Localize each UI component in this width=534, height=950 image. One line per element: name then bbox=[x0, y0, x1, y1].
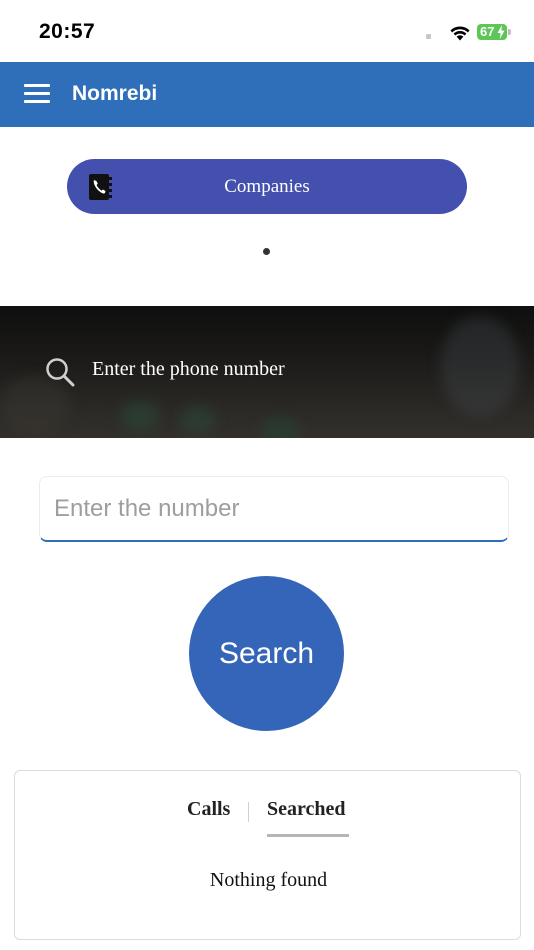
companies-button[interactable]: Companies bbox=[67, 159, 467, 214]
tab-calls[interactable]: Calls bbox=[187, 798, 230, 821]
app-title: Nomrebi bbox=[72, 82, 158, 105]
page-indicator-dot bbox=[263, 248, 270, 255]
tab-separator bbox=[248, 802, 249, 822]
wifi-icon bbox=[450, 26, 470, 41]
phonebook-icon bbox=[89, 174, 112, 200]
history-card: Calls Searched Nothing found bbox=[14, 770, 521, 940]
search-button[interactable]: Search bbox=[189, 576, 344, 731]
banner: Enter the phone number bbox=[0, 306, 534, 438]
number-input-container bbox=[39, 476, 509, 542]
app-bar: Nomrebi bbox=[0, 62, 534, 127]
companies-label: Companies bbox=[224, 176, 310, 197]
signal-icon bbox=[426, 34, 431, 39]
battery-icon: 67 bbox=[477, 24, 507, 40]
search-icon bbox=[46, 358, 75, 387]
charging-bolt-icon bbox=[497, 25, 505, 39]
status-bar: 20:57 67 bbox=[0, 0, 534, 62]
battery-level: 67 bbox=[480, 24, 495, 39]
banner-label: Enter the phone number bbox=[92, 358, 285, 380]
status-time: 20:57 bbox=[39, 20, 96, 43]
empty-state-message: Nothing found bbox=[209, 869, 328, 891]
battery-tip bbox=[508, 29, 511, 35]
number-input[interactable] bbox=[52, 477, 496, 541]
active-tab-indicator bbox=[267, 834, 349, 837]
menu-icon[interactable] bbox=[24, 84, 50, 104]
tab-searched[interactable]: Searched bbox=[267, 798, 346, 821]
